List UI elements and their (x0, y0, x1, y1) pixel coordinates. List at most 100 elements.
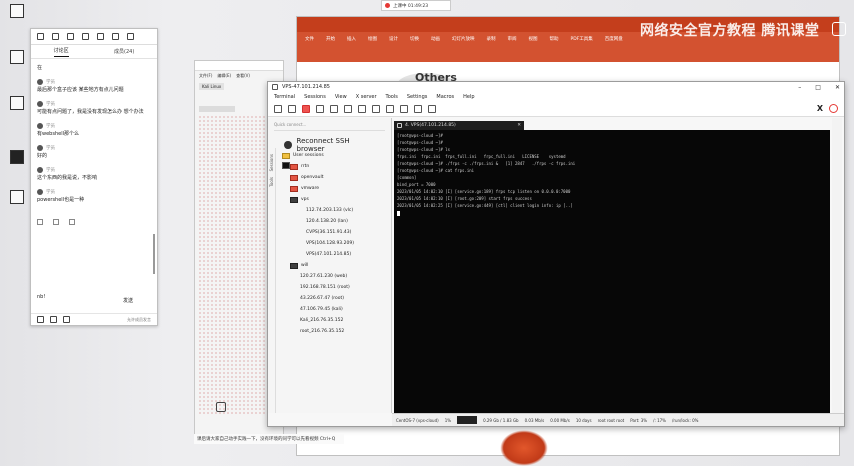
bg-menu-file[interactable]: 文件(F) (199, 73, 212, 79)
app-icon[interactable] (6, 50, 28, 66)
tree-session[interactable]: 120.4.138.20 (lan) (282, 162, 389, 227)
multiexec-icon[interactable] (372, 104, 380, 113)
bg-menu-view[interactable]: 查看(V) (236, 73, 250, 79)
mobaxterm-icon[interactable] (6, 96, 28, 112)
session-icon[interactable] (274, 104, 282, 113)
bg-path-tab[interactable] (199, 106, 235, 112)
eraser-icon[interactable] (67, 33, 74, 40)
menu-macros[interactable]: Macros (436, 94, 454, 100)
terminal-line: [root@vps-cloud ~]# (397, 133, 443, 138)
games-icon[interactable] (316, 104, 324, 113)
menu-settings[interactable]: Settings (407, 94, 428, 100)
pen-icon[interactable] (52, 33, 59, 40)
vtab-tools[interactable]: Tools (269, 177, 274, 187)
help-icon[interactable] (428, 104, 436, 113)
tree-folder[interactable]: openvault (282, 172, 389, 183)
shape-icon[interactable] (97, 33, 104, 40)
chat-message: 学员 有webshell那个么 (37, 123, 79, 137)
tree-folder[interactable]: User sessions (282, 150, 389, 161)
ppt-menu-item[interactable]: 动画 (431, 36, 440, 58)
sessions-icon[interactable] (330, 104, 338, 113)
tree-folder[interactable]: vps (282, 194, 389, 205)
flower-icon[interactable] (69, 219, 75, 225)
tree-session[interactable]: 192.168.78.151 (root) (282, 162, 389, 293)
camera-icon[interactable] (216, 402, 226, 412)
ppt-menu-item[interactable]: 切换 (410, 36, 419, 58)
packages-icon[interactable] (400, 104, 408, 113)
ppt-menu-item[interactable]: 幻灯片放映 (452, 36, 475, 58)
close-icon[interactable]: ✕ (835, 84, 840, 91)
ppt-menu-item[interactable]: 设计 (389, 36, 398, 58)
hand-icon[interactable] (50, 316, 57, 323)
settings-icon[interactable] (63, 316, 70, 323)
tree-session[interactable]: 47.106.79.45 (kali) (282, 162, 389, 315)
ppt-menu-item[interactable]: 视图 (529, 36, 538, 58)
bg-tab[interactable]: Kali Linux (199, 83, 225, 90)
view-icon[interactable] (344, 104, 352, 113)
menu-view[interactable]: View (335, 94, 347, 100)
ppt-menu-item[interactable]: PDF工具集 (571, 36, 593, 58)
mobaxterm-window[interactable]: VPS-47.101.214.85 – □ ✕ Terminal Session… (267, 81, 845, 427)
recording-bar[interactable]: 上课中 01:49:23 (381, 0, 451, 11)
tunneling-icon[interactable] (386, 104, 394, 113)
text-icon[interactable] (82, 33, 89, 40)
emoji-icon[interactable] (37, 219, 43, 225)
folder-icon[interactable] (6, 190, 28, 206)
menu-terminal[interactable]: Terminal (274, 94, 295, 100)
tree-session[interactable]: 120.27.61.230 (web) (282, 162, 389, 282)
tree-session[interactable]: VPS(104.128.93.209) (282, 162, 389, 249)
tree-session[interactable]: VPS(47.101.214.85) (282, 162, 389, 260)
terminal-output[interactable]: [root@vps-cloud ~]# [root@vps-cloud ~]# … (394, 130, 830, 413)
tree-session[interactable]: root_216.76.35.152 (282, 162, 389, 337)
servers-icon[interactable] (288, 104, 296, 113)
allow-speak-toggle[interactable]: 允许成员发言 (127, 317, 151, 323)
delete-icon[interactable] (127, 33, 134, 40)
ppt-menu-item[interactable]: 录制 (487, 36, 496, 58)
tree-folder[interactable]: will (282, 260, 389, 271)
bg-menu-edit[interactable]: 编辑(E) (217, 73, 231, 79)
minimize-icon[interactable]: – (798, 84, 801, 91)
tree-session[interactable]: 43.226.67.47 (root) (282, 162, 389, 304)
menu-help[interactable]: Help (463, 94, 474, 100)
power-icon[interactable] (829, 104, 838, 113)
tree-folder[interactable]: vmware (282, 183, 389, 194)
quick-connect-input[interactable]: Quick connect... (274, 122, 385, 131)
terminal-scrollbar[interactable] (832, 118, 842, 413)
chat-input[interactable]: nb! (37, 294, 45, 300)
split-icon[interactable] (358, 104, 366, 113)
chat-panel[interactable]: 讨论区 成员(24) 在 学员 最后那个盒子应该 某些地方有点儿问题 学员 可能… (30, 28, 158, 326)
taskbar-app-icon[interactable] (500, 430, 548, 466)
menu-sessions[interactable]: Sessions (304, 94, 326, 100)
ppt-menu-item[interactable]: 审阅 (508, 36, 517, 58)
send-button[interactable]: 发送 (123, 297, 133, 304)
maximize-icon[interactable]: □ (815, 84, 821, 91)
undo-icon[interactable] (112, 33, 119, 40)
chat-scrollbar[interactable] (153, 234, 155, 274)
tools-icon[interactable] (302, 104, 310, 113)
image-icon[interactable] (53, 219, 59, 225)
ppt-menu-item[interactable]: 绘图 (368, 36, 377, 58)
tree-session[interactable]: 112.74.203.133 (vlc) (282, 162, 389, 216)
status-download: 0.00 Mb/s (550, 417, 570, 423)
xserver-icon[interactable]: X (817, 104, 823, 113)
tree-session[interactable]: Kali_216.76.35.152 (282, 162, 389, 326)
ppt-menu-item[interactable]: 开始 (326, 36, 335, 58)
ppt-menu-item[interactable]: 插入 (347, 36, 356, 58)
ppt-menu-item[interactable]: 百度网盘 (605, 36, 623, 58)
settings-icon[interactable] (414, 104, 422, 113)
menu-tools[interactable]: Tools (386, 94, 398, 100)
terminal-icon[interactable] (6, 150, 28, 166)
pointer-icon[interactable] (37, 33, 44, 40)
ppt-menu-item[interactable]: 帮助 (550, 36, 559, 58)
tab-close-icon[interactable]: ✕ (517, 123, 521, 128)
doc-icon[interactable] (6, 4, 28, 20)
ppt-menu-item[interactable]: 文件 (305, 36, 314, 58)
menu-xserver[interactable]: X server (356, 94, 377, 100)
tree-folder[interactable]: rrtn (282, 161, 389, 172)
mic-icon[interactable] (37, 316, 44, 323)
tab-discussion[interactable]: 讨论区 (53, 47, 69, 57)
vtab-sessions[interactable]: Sessions (269, 154, 274, 171)
terminal-tab[interactable]: 4. VPS(47.101.214.85) ✕ (394, 121, 524, 130)
tab-members[interactable]: 成员(24) (114, 48, 134, 55)
tree-session[interactable]: CVPS(36.151.91.43) (282, 162, 389, 238)
